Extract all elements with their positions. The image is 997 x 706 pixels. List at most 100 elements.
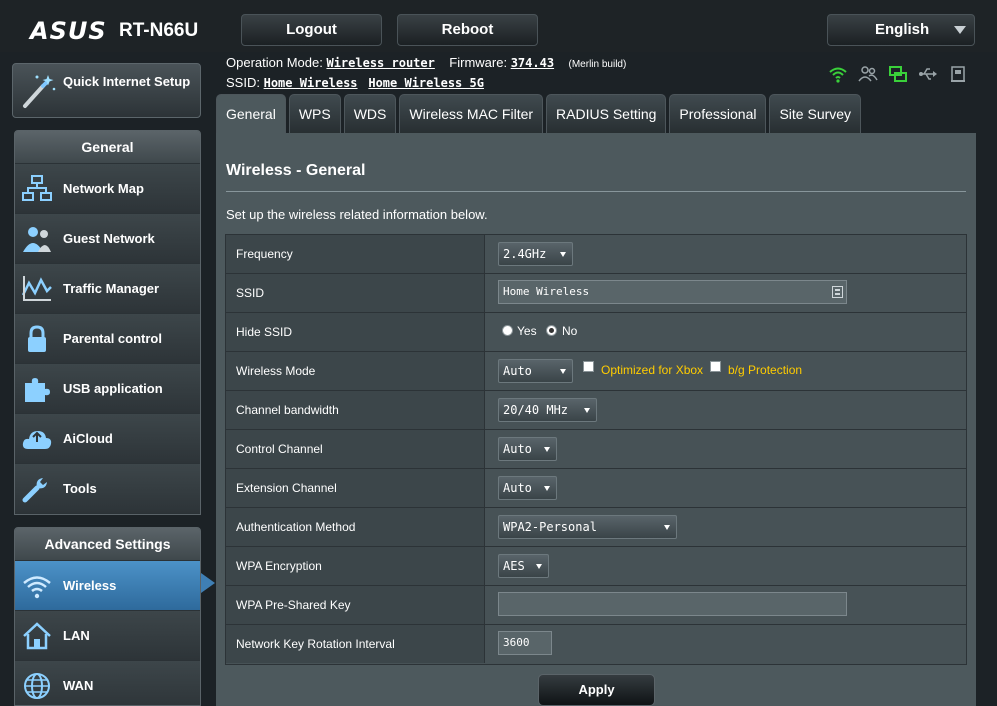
bg-protection-checkbox[interactable] bbox=[710, 361, 721, 372]
sidebar-item-label: LAN bbox=[63, 628, 90, 643]
language-select[interactable]: English bbox=[827, 14, 975, 46]
chevron-down-icon bbox=[536, 564, 542, 569]
control-channel-value: Auto bbox=[503, 442, 532, 456]
hide-ssid-no-label: No bbox=[562, 324, 578, 338]
sidebar-item-parental-control[interactable]: Parental control bbox=[15, 314, 200, 364]
settings-table: Frequency 2.4GHz SSID Home Wireless Hide… bbox=[225, 234, 967, 665]
status-icons bbox=[828, 64, 968, 84]
tab-wireless-mac-filter[interactable]: Wireless MAC Filter bbox=[399, 94, 544, 134]
sidebar-item-label: Guest Network bbox=[63, 231, 155, 246]
auth-method-select[interactable]: WPA2-Personal bbox=[498, 515, 677, 539]
chevron-down-icon bbox=[584, 408, 590, 413]
firmware-label: Firmware: bbox=[449, 55, 508, 70]
hide-ssid-yes-radio[interactable] bbox=[502, 325, 513, 336]
tab-wps[interactable]: WPS bbox=[288, 94, 341, 134]
reboot-button[interactable]: Reboot bbox=[397, 14, 538, 46]
page-title: Wireless - General bbox=[226, 162, 366, 179]
guest-network-icon bbox=[23, 227, 51, 252]
ssid-input[interactable]: Home Wireless bbox=[498, 280, 847, 304]
general-header: General bbox=[15, 131, 200, 164]
firmware-note: (Merlin build) bbox=[568, 59, 627, 70]
network-map-icon bbox=[22, 175, 52, 201]
operation-mode-label: Operation Mode: bbox=[226, 55, 323, 70]
sidebar-item-usb-application[interactable]: USB application bbox=[15, 364, 200, 414]
ssid-5-link[interactable]: Home Wireless 5G bbox=[368, 76, 484, 90]
key-rotation-value: 3600 bbox=[503, 636, 530, 649]
channel-bandwidth-value: 20/40 MHz bbox=[503, 403, 569, 417]
sidebar-item-label: Traffic Manager bbox=[63, 281, 160, 296]
tab-general[interactable]: General bbox=[216, 94, 286, 134]
extension-channel-row: Extension Channel Auto bbox=[226, 469, 966, 508]
cloud-icon bbox=[22, 431, 52, 449]
wpa-encryption-row: WPA Encryption AES bbox=[226, 547, 966, 586]
tab-wds[interactable]: WDS bbox=[343, 94, 397, 134]
advanced-settings-menu: Advanced Settings Wireless LAN WAN bbox=[14, 527, 201, 706]
sidebar-item-traffic-manager[interactable]: Traffic Manager bbox=[15, 264, 200, 314]
sidebar-item-label: AiCloud bbox=[63, 431, 113, 446]
logout-button[interactable]: Logout bbox=[241, 14, 382, 46]
tab-professional[interactable]: Professional bbox=[669, 94, 767, 134]
xbox-checkbox[interactable] bbox=[583, 361, 594, 372]
network-icon[interactable] bbox=[888, 64, 908, 84]
router-model: RT-N66U bbox=[119, 20, 199, 41]
chevron-down-icon bbox=[544, 447, 550, 452]
sidebar-item-network-map[interactable]: Network Map bbox=[15, 164, 200, 214]
sidebar-item-lan[interactable]: LAN bbox=[15, 611, 200, 661]
sidebar-item-label: Network Map bbox=[63, 181, 144, 196]
frequency-select[interactable]: 2.4GHz bbox=[498, 242, 573, 266]
firmware-link[interactable]: 374.43 bbox=[511, 56, 554, 70]
channel-bandwidth-select[interactable]: 20/40 MHz bbox=[498, 398, 597, 422]
key-rotation-label: Network Key Rotation Interval bbox=[226, 625, 485, 663]
operation-mode-link[interactable]: Wireless router bbox=[326, 56, 434, 70]
sidebar-item-tools[interactable]: Tools bbox=[15, 464, 200, 514]
ssid-field-label: SSID bbox=[226, 274, 485, 312]
extension-channel-value: Auto bbox=[503, 481, 532, 495]
sidebar-item-wireless[interactable]: Wireless bbox=[15, 561, 200, 611]
lock-icon bbox=[28, 325, 46, 352]
sidebar-item-label: Parental control bbox=[63, 331, 162, 346]
bg-protection-label: b/g Protection bbox=[728, 363, 803, 377]
wifi-signal-icon[interactable] bbox=[828, 64, 848, 84]
control-channel-label: Control Channel bbox=[226, 430, 485, 468]
keyboard-icon bbox=[832, 286, 843, 298]
channel-bandwidth-row: Channel bandwidth 20/40 MHz bbox=[226, 391, 966, 430]
active-item-pointer bbox=[201, 573, 215, 593]
hide-ssid-label: Hide SSID bbox=[226, 313, 485, 351]
hide-ssid-no-radio[interactable] bbox=[546, 325, 557, 336]
auth-method-label: Authentication Method bbox=[226, 508, 485, 546]
sidebar-item-wan[interactable]: WAN bbox=[15, 661, 200, 705]
extension-channel-select[interactable]: Auto bbox=[498, 476, 557, 500]
quick-internet-setup-button[interactable]: Quick Internet Setup bbox=[12, 63, 201, 118]
wireless-mode-select[interactable]: Auto bbox=[498, 359, 573, 383]
wireless-mode-row: Wireless Mode Auto Optimized for Xbox b/… bbox=[226, 352, 966, 391]
sidebar-item-aicloud[interactable]: AiCloud bbox=[15, 414, 200, 464]
globe-icon bbox=[24, 673, 50, 699]
wrench-icon bbox=[22, 478, 47, 503]
extension-channel-label: Extension Channel bbox=[226, 469, 485, 507]
ssid-24-link[interactable]: Home Wireless bbox=[264, 76, 358, 90]
key-rotation-input[interactable]: 3600 bbox=[498, 631, 552, 655]
home-icon bbox=[23, 622, 51, 650]
status-info: Operation Mode: Wireless router Firmware… bbox=[226, 55, 626, 95]
usb-icon[interactable] bbox=[918, 64, 938, 84]
wpa-encryption-select[interactable]: AES bbox=[498, 554, 549, 578]
sidebar-item-guest-network[interactable]: Guest Network bbox=[15, 214, 200, 264]
tab-site-survey[interactable]: Site Survey bbox=[769, 94, 862, 134]
xbox-label: Optimized for Xbox bbox=[601, 363, 704, 377]
magic-wand-icon bbox=[23, 75, 56, 108]
printer-icon[interactable] bbox=[948, 64, 968, 84]
chevron-down-icon bbox=[560, 369, 566, 374]
content-panel: Wireless - General Set up the wireless r… bbox=[216, 133, 976, 706]
apply-button[interactable]: Apply bbox=[538, 674, 655, 706]
wpa-psk-row: WPA Pre-Shared Key bbox=[226, 586, 966, 625]
chevron-down-icon bbox=[544, 486, 550, 491]
control-channel-select[interactable]: Auto bbox=[498, 437, 557, 461]
wireless-mode-label: Wireless Mode bbox=[226, 352, 485, 390]
chevron-down-icon bbox=[954, 26, 966, 34]
wpa-encryption-label: WPA Encryption bbox=[226, 547, 485, 585]
tab-radius-setting[interactable]: RADIUS Setting bbox=[546, 94, 667, 134]
tab-bar: General WPS WDS Wireless MAC Filter RADI… bbox=[216, 94, 862, 134]
wpa-psk-input[interactable] bbox=[498, 592, 847, 616]
clients-icon[interactable] bbox=[858, 64, 878, 84]
frequency-value: 2.4GHz bbox=[503, 247, 547, 261]
